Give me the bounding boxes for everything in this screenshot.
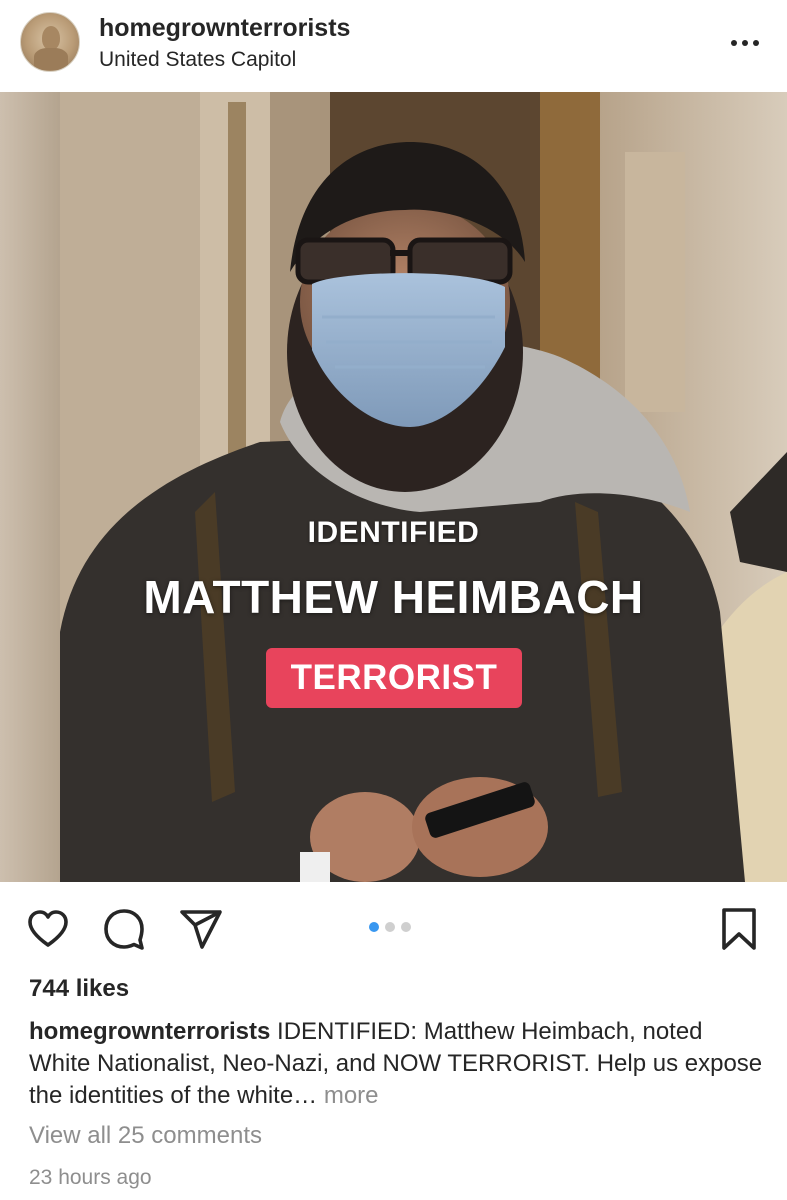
post-image[interactable]: IDENTIFIED MATTHEW HEIMBACH TERRORIST	[0, 92, 787, 882]
image-text-overlay: IDENTIFIED MATTHEW HEIMBACH TERRORIST	[0, 92, 787, 882]
avatar-bust-head	[42, 26, 60, 50]
post-location[interactable]: United States Capitol	[99, 48, 296, 72]
likes-count[interactable]: 744 likes	[29, 975, 129, 1003]
post-header: homegrownterrorists United States Capito…	[0, 0, 787, 92]
overlay-badge: TERRORIST	[266, 648, 522, 708]
overlay-label: IDENTIFIED	[307, 516, 480, 549]
more-dot	[742, 40, 748, 46]
carousel-indicator	[369, 922, 411, 932]
comment-icon[interactable]	[101, 906, 147, 952]
more-dot	[731, 40, 737, 46]
carousel-dot	[401, 922, 411, 932]
heart-icon[interactable]	[25, 906, 71, 952]
bookmark-icon[interactable]	[716, 906, 762, 952]
overlay-name: MATTHEW HEIMBACH	[143, 571, 644, 623]
carousel-dot	[385, 922, 395, 932]
more-dot	[753, 40, 759, 46]
share-icon[interactable]	[178, 906, 224, 952]
carousel-dot-active	[369, 922, 379, 932]
view-comments-link[interactable]: View all 25 comments	[29, 1122, 262, 1150]
caption-username[interactable]: homegrownterrorists	[29, 1018, 270, 1045]
post-username[interactable]: homegrownterrorists	[99, 14, 350, 43]
more-horizontal-icon[interactable]	[722, 28, 768, 58]
post-timestamp: 23 hours ago	[29, 1166, 152, 1189]
caption-more-link[interactable]: more	[324, 1082, 379, 1109]
profile-avatar[interactable]	[20, 12, 80, 72]
avatar-bust-body	[34, 48, 68, 70]
post-caption: homegrownterrorists IDENTIFIED: Matthew …	[29, 1016, 764, 1112]
